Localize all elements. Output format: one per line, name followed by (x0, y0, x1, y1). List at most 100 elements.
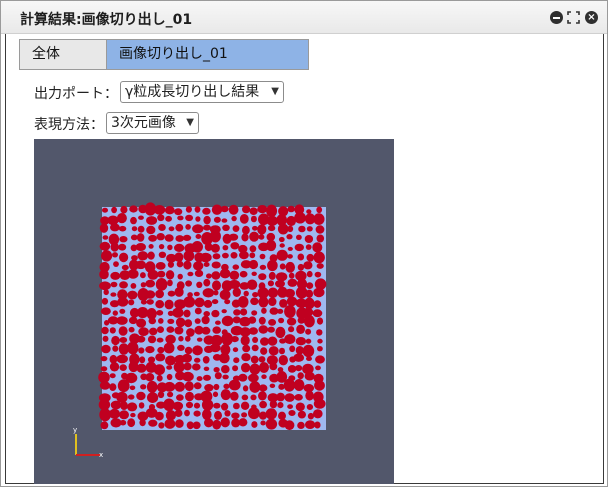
grain (213, 402, 221, 409)
grain (100, 421, 109, 430)
grain (224, 299, 231, 305)
grain (305, 420, 316, 429)
representation-select[interactable]: 3次元画像 ▼ (106, 112, 199, 134)
grain (184, 319, 193, 328)
grain (221, 218, 228, 223)
grain (232, 225, 240, 232)
grain (140, 299, 147, 305)
output-port-value: γ粒成長切り出し結果 (125, 84, 260, 100)
grain (158, 244, 165, 250)
grain (148, 419, 158, 427)
grain (158, 224, 166, 231)
grain (296, 234, 302, 240)
grain (251, 421, 258, 428)
grain (138, 215, 144, 220)
grain (233, 309, 241, 316)
grain (202, 356, 210, 364)
grain (112, 345, 119, 352)
grain (230, 336, 239, 343)
grain (258, 391, 267, 401)
grain (313, 409, 323, 419)
grain (110, 292, 117, 297)
grain (203, 262, 210, 267)
close-icon[interactable]: × (585, 11, 598, 24)
grain (277, 402, 284, 409)
grain (182, 371, 194, 382)
grain (267, 326, 275, 333)
grain (113, 261, 119, 267)
grain (317, 338, 323, 344)
grain (177, 215, 184, 221)
tab-overall[interactable]: 全体 (19, 39, 107, 70)
grain (297, 263, 305, 271)
grain (185, 206, 192, 213)
grain (167, 391, 174, 398)
grain (212, 419, 222, 430)
grain (258, 296, 269, 308)
grain (248, 259, 259, 270)
grain (248, 373, 259, 383)
grain (265, 418, 278, 430)
grain (119, 364, 127, 371)
grain (223, 383, 230, 389)
grain (277, 223, 289, 235)
grain (127, 418, 136, 428)
grain (297, 372, 304, 380)
grain (157, 346, 165, 354)
grain (213, 290, 219, 296)
3d-viewport[interactable]: y x (34, 139, 394, 484)
grain (212, 253, 221, 260)
tab-image-crop[interactable]: 画像切り出し_01 (106, 39, 309, 70)
grain (267, 287, 279, 299)
grain (276, 392, 285, 402)
grain (304, 315, 315, 328)
grain (315, 225, 325, 234)
grain (261, 374, 267, 379)
grain (222, 252, 229, 259)
grain (250, 394, 257, 401)
grain (165, 355, 176, 366)
grain (202, 207, 211, 215)
grain (305, 289, 314, 298)
grain (174, 252, 184, 262)
grain (156, 337, 164, 343)
grain (182, 353, 192, 363)
title-bar[interactable]: 計算結果:画像切り出し_01 × (1, 1, 607, 34)
grain (297, 421, 305, 429)
grain (183, 260, 192, 270)
minimize-icon[interactable] (550, 11, 563, 24)
grain (221, 402, 229, 411)
grain (201, 326, 211, 335)
grain (185, 391, 194, 402)
grain (213, 367, 220, 373)
grain (258, 273, 267, 281)
grain (135, 260, 147, 270)
grain (304, 297, 315, 310)
result-panel: 全体 画像切り出し_01 出力ポート： γ粒成長切り出し結果 ▼ 表現方法： 3… (5, 34, 604, 484)
grain (316, 317, 324, 325)
grain (306, 282, 314, 289)
grain (138, 402, 145, 409)
grain (174, 409, 183, 418)
grain (110, 223, 120, 232)
grain (233, 402, 240, 410)
grain (278, 411, 286, 420)
grain (157, 270, 166, 278)
maximize-icon[interactable] (567, 11, 580, 24)
grain (258, 234, 265, 240)
grain (155, 278, 168, 291)
grain (298, 225, 306, 233)
grain (287, 404, 293, 409)
grain (315, 355, 325, 364)
grain (231, 412, 240, 419)
output-port-select[interactable]: γ粒成長切り出し結果 ▼ (120, 81, 284, 103)
grain (249, 245, 257, 253)
grain (130, 216, 137, 225)
grain (116, 316, 128, 325)
grain (258, 384, 268, 392)
grain (163, 342, 175, 354)
grain (279, 243, 285, 248)
grain (103, 289, 109, 296)
grain (167, 261, 174, 268)
grain (145, 373, 155, 382)
